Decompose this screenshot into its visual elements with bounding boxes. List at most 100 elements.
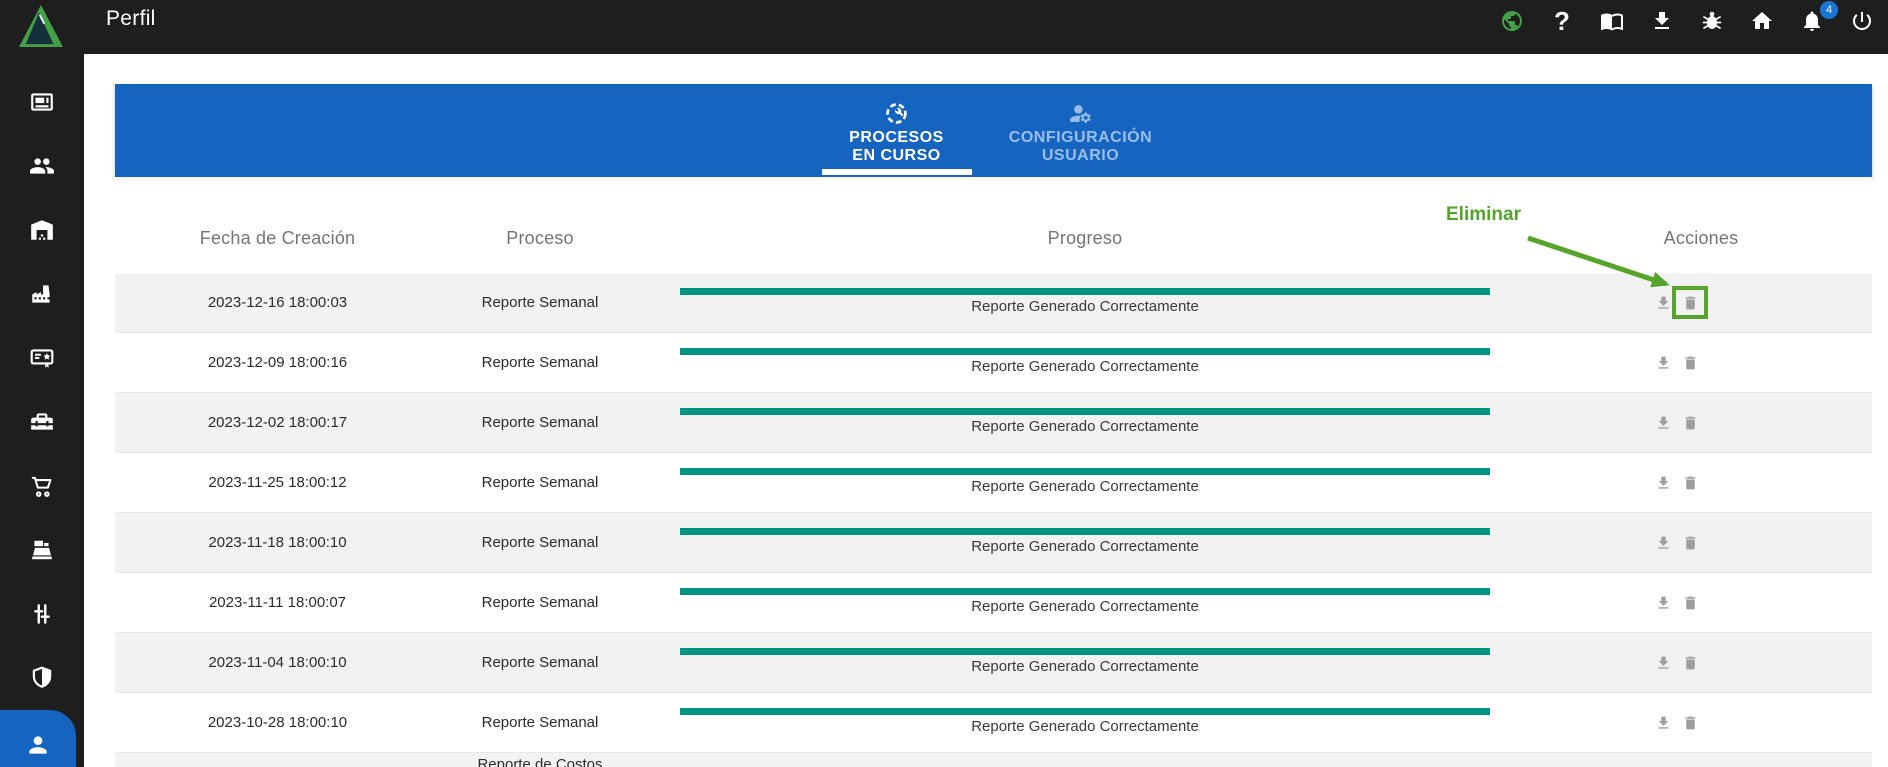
delete-report-icon[interactable] [1682, 594, 1699, 612]
column-header-acciones: Acciones [1663, 228, 1739, 248]
person-icon [29, 736, 47, 754]
progress-bar [680, 408, 1490, 415]
delete-report-icon[interactable] [1682, 534, 1699, 552]
download-report-icon[interactable] [1655, 594, 1672, 612]
tab-bar: PROCESOS EN CURSO CONFIGURACIÓN USUARIO [115, 84, 1872, 177]
toolbox-icon [31, 413, 53, 430]
delete-report-icon[interactable] [1682, 654, 1699, 672]
people-icon [30, 158, 54, 174]
row-progress: Reporte Generado Correctamente [640, 633, 1530, 692]
table-row: 2023-12-16 18:00:03 Reporte Semanal Repo… [115, 273, 1872, 333]
row-progress: Reporte Generado Correctamente [640, 513, 1530, 572]
app-window: Perfil ? 4 PROCESOS EN CURSO CONFIGURACI… [0, 0, 1888, 767]
table-row: 2023-10-28 18:00:10 Reporte Semanal Repo… [115, 693, 1872, 753]
column-header-proceso: Proceso [506, 228, 574, 248]
progress-status: Reporte Generado Correctamente [971, 538, 1199, 555]
progress-bar [680, 528, 1490, 535]
warehouse-icon [31, 220, 53, 240]
row-progress: Reporte Generado Correctamente [640, 273, 1530, 332]
row-date: 2023-11-25 18:00:12 [208, 474, 347, 491]
delete-report-icon[interactable] [1682, 354, 1699, 372]
home-icon[interactable] [1750, 9, 1774, 33]
progress-status: Reporte Generado Correctamente [971, 598, 1199, 615]
progress-bar [680, 288, 1490, 295]
download-report-icon[interactable] [1655, 414, 1672, 432]
download-icon[interactable] [1650, 9, 1674, 33]
progress-bar [680, 708, 1490, 715]
processes-card: PROCESOS EN CURSO CONFIGURACIÓN USUARIO … [115, 84, 1872, 767]
row-process: Reporte Semanal [481, 654, 599, 671]
tab-procesos-en-curso[interactable]: PROCESOS EN CURSO [821, 84, 972, 177]
row-actions [1530, 513, 1872, 572]
sidebar-item-shield[interactable] [29, 665, 55, 691]
table-body: 2023-12-16 18:00:03 Reporte Semanal Repo… [115, 273, 1872, 767]
row-progress: Reporte Generado Correctamente [640, 573, 1530, 632]
row-date: 2023-12-02 18:00:17 [207, 414, 348, 431]
progress-bar [680, 648, 1490, 655]
sidebar-item-toolbox[interactable] [29, 409, 55, 435]
download-report-icon[interactable] [1655, 534, 1672, 552]
globe-icon[interactable] [1500, 9, 1524, 33]
wrench-circle-icon [886, 102, 907, 124]
sidebar-item-cash-register[interactable] [29, 537, 55, 563]
progress-bar [680, 348, 1490, 355]
cart-icon [31, 476, 52, 497]
download-report-icon[interactable] [1655, 714, 1672, 732]
delete-report-icon[interactable] [1682, 474, 1699, 492]
progress-status: Reporte Generado Correctamente [971, 478, 1199, 495]
sidebar-item-people[interactable] [29, 153, 55, 179]
row-process: Reporte de Costos [477, 756, 603, 767]
help-icon[interactable]: ? [1550, 8, 1574, 34]
row-date: 2023-11-11 18:00:07 [208, 594, 347, 611]
download-report-icon[interactable] [1655, 294, 1672, 312]
table-row: 2023-11-18 18:00:10 Reporte Semanal Repo… [115, 513, 1872, 573]
delete-report-icon[interactable] [1682, 414, 1699, 432]
table-row: Reporte de Costos [115, 753, 1872, 767]
row-actions [1530, 573, 1872, 632]
row-actions [1530, 453, 1872, 512]
row-actions [1530, 393, 1872, 452]
tab-label: EN CURSO [852, 146, 941, 164]
factory-icon [32, 285, 50, 303]
sidebar-item-sliders[interactable] [29, 601, 55, 627]
table-row: 2023-12-09 18:00:16 Reporte Semanal Repo… [115, 333, 1872, 393]
progress-status: Reporte Generado Correctamente [971, 298, 1199, 315]
sidebar-item-warehouse[interactable] [29, 217, 55, 243]
column-header-progreso: Progreso [1047, 228, 1123, 248]
tab-configuracion-usuario[interactable]: CONFIGURACIÓN USUARIO [996, 84, 1166, 177]
row-progress: Reporte Generado Correctamente [640, 333, 1530, 392]
delete-report-icon[interactable] [1682, 714, 1699, 732]
progress-bar [680, 468, 1490, 475]
page-title: Perfil [106, 7, 156, 30]
bug-icon[interactable] [1700, 9, 1724, 33]
top-bar-actions: ? 4 [1500, 0, 1888, 34]
sidebar-item-certificate[interactable] [29, 345, 55, 371]
sidebar-item-factory[interactable] [29, 281, 55, 307]
download-report-icon[interactable] [1655, 354, 1672, 372]
top-bar: Perfil ? 4 [0, 0, 1888, 54]
column-header-fecha: Fecha de Creación [199, 228, 356, 248]
notification-badge: 4 [1820, 1, 1838, 19]
power-icon[interactable] [1850, 9, 1874, 33]
user-settings-icon [1070, 104, 1091, 123]
tab-label: USUARIO [1041, 146, 1120, 164]
notifications-icon[interactable]: 4 [1800, 1, 1838, 33]
row-date: 2023-12-09 18:00:16 [207, 354, 348, 371]
progress-bar [680, 588, 1490, 595]
row-actions [1530, 273, 1872, 332]
download-report-icon[interactable] [1655, 474, 1672, 492]
tab-label: PROCESOS [849, 128, 944, 146]
progress-status: Reporte Generado Correctamente [971, 418, 1199, 435]
row-progress: Reporte Generado Correctamente [640, 693, 1530, 752]
row-progress: Reporte Generado Correctamente [640, 453, 1530, 512]
row-process: Reporte Semanal [481, 474, 599, 491]
annotation-eliminar-label: Eliminar [1446, 204, 1521, 225]
table-row: 2023-11-11 18:00:07 Reporte Semanal Repo… [115, 573, 1872, 633]
sidebar-item-profile[interactable] [0, 710, 76, 767]
sidebar-item-cart[interactable] [29, 473, 55, 499]
book-icon[interactable] [1600, 9, 1624, 33]
download-report-icon[interactable] [1655, 654, 1672, 672]
certificate-icon [30, 349, 54, 368]
delete-report-icon[interactable] [1672, 285, 1708, 319]
sidebar-item-newspaper[interactable] [29, 89, 55, 115]
